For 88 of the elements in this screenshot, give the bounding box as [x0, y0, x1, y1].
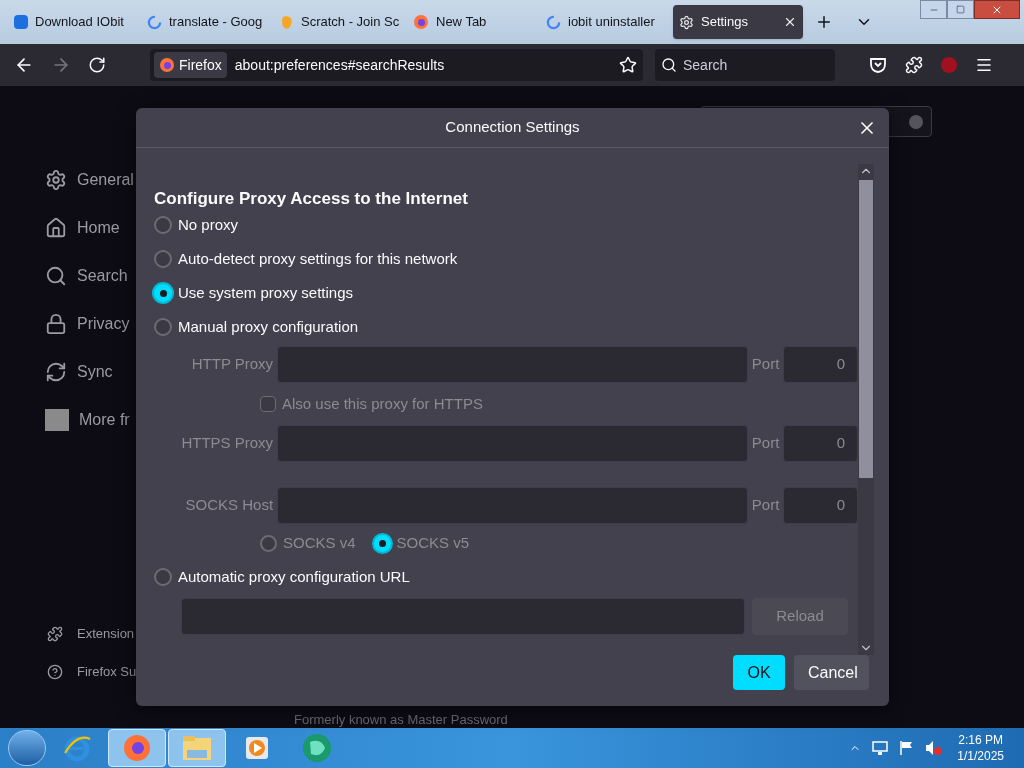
identity-badge[interactable]: Firefox: [154, 52, 227, 78]
network-icon[interactable]: [871, 740, 890, 756]
firefox-icon: [122, 733, 152, 763]
app-logo-icon: [301, 732, 333, 764]
url-field[interactable]: [181, 598, 745, 635]
port-value: 0: [836, 433, 845, 454]
port-value: 0: [836, 495, 845, 516]
radio-button[interactable]: [154, 284, 172, 302]
close-button[interactable]: [974, 0, 1020, 19]
field-label: HTTPS Proxy: [180, 433, 275, 454]
clock-date: 1/1/2025: [957, 748, 1004, 764]
tab-title: Download IObit: [35, 13, 125, 32]
shield-icon[interactable]: [869, 56, 887, 74]
field-label: SOCKS Host: [184, 495, 275, 516]
reload-icon[interactable]: [88, 56, 106, 74]
tab-title: iobit uninstaller: [568, 13, 656, 32]
browser-tab[interactable]: Settings: [673, 5, 803, 39]
radio-option[interactable]: Auto-detect proxy settings for this network: [154, 242, 858, 276]
tab-title: New Tab: [436, 13, 488, 32]
tab-title: Scratch - Join Sc: [301, 13, 401, 32]
play-icon: [244, 735, 270, 761]
sidebar-link[interactable]: Extension: [47, 624, 137, 644]
star-icon[interactable]: [619, 56, 637, 74]
dialog-button[interactable]: Cancel: [794, 655, 869, 690]
sidebar-item[interactable]: More fr: [45, 407, 134, 433]
radio-option[interactable]: Manual proxy configuration: [154, 310, 858, 344]
port-label: Port: [750, 495, 781, 516]
start-button[interactable]: [8, 730, 46, 766]
browser-tab[interactable]: New Tab: [407, 5, 540, 39]
browser-tab[interactable]: Download IObit: [8, 5, 141, 39]
port-value: 0: [836, 354, 845, 375]
sync-icon: [45, 361, 67, 383]
checkbox-label: Also use this proxy for HTTPS: [282, 393, 483, 414]
tab-title: Settings: [701, 13, 749, 32]
lock-icon: [45, 313, 67, 335]
radio-option[interactable]: Use system proxy settings: [154, 276, 858, 310]
port-label: Port: [750, 354, 781, 375]
home-icon: [45, 217, 67, 239]
dialog-button[interactable]: OK: [733, 655, 785, 690]
sidebar-item[interactable]: General: [45, 167, 134, 193]
google-icon: [546, 14, 561, 30]
settings-icon: [679, 14, 694, 30]
mozilla-logo-icon: [45, 409, 69, 431]
app-logo-icon: [14, 15, 28, 29]
radio-button[interactable]: [154, 216, 172, 234]
minimize-button[interactable]: [920, 0, 947, 19]
clock-time: 2:16 PM: [958, 732, 1003, 748]
muted-speaker-icon[interactable]: [925, 740, 944, 756]
browser-tab[interactable]: Scratch - Join Sc: [274, 5, 407, 39]
sidebar-item[interactable]: Search: [45, 263, 134, 289]
radio-button[interactable]: [154, 250, 172, 268]
port-label: Port: [750, 433, 781, 454]
field-label: HTTP Proxy: [190, 354, 275, 375]
footnote-text: Formerly known as Master Password: [294, 711, 508, 729]
maximize-icon: [956, 5, 965, 14]
taskbar-button[interactable]: [108, 729, 166, 767]
firefox-icon: [413, 14, 429, 30]
search-placeholder: Search: [683, 55, 728, 75]
search-field[interactable]: Search: [655, 49, 835, 81]
search-icon: [661, 57, 677, 73]
sidebar-item[interactable]: Sync: [45, 359, 134, 385]
help-icon: [47, 664, 63, 680]
identity-label: Firefox: [179, 55, 222, 75]
google-icon: [147, 14, 162, 30]
sidebar-item[interactable]: Privacy: [45, 311, 134, 337]
sidebar-item[interactable]: Home: [45, 215, 134, 241]
folder-icon: [181, 734, 213, 762]
scrollbar[interactable]: [858, 164, 874, 655]
url-text: about:preferences#searchResults: [234, 55, 446, 75]
browser-tab[interactable]: translate - Goog: [141, 5, 274, 39]
clear-icon[interactable]: [909, 114, 923, 129]
new-tab-icon[interactable]: [815, 13, 833, 31]
browser-tab[interactable]: iobit uninstaller: [540, 5, 673, 39]
radio-option[interactable]: No proxy: [154, 208, 858, 242]
menu-icon[interactable]: [975, 56, 993, 74]
tab-title: translate - Goog: [169, 13, 264, 32]
address-bar[interactable]: Firefox about:preferences#searchResults: [150, 49, 643, 81]
close-icon[interactable]: [783, 15, 797, 29]
firefox-icon: [159, 57, 175, 73]
dialog-title: Connection Settings: [445, 117, 580, 138]
section-heading: Configure Proxy Access to the Internet: [154, 188, 469, 208]
search-icon: [45, 265, 67, 287]
puzzle-icon: [47, 626, 63, 642]
sidebar-link[interactable]: Firefox Su: [47, 662, 137, 682]
settings-icon: [45, 169, 67, 191]
maximize-button[interactable]: [947, 0, 974, 19]
puzzle-icon[interactable]: [905, 56, 923, 74]
radio-button[interactable]: [154, 318, 172, 336]
